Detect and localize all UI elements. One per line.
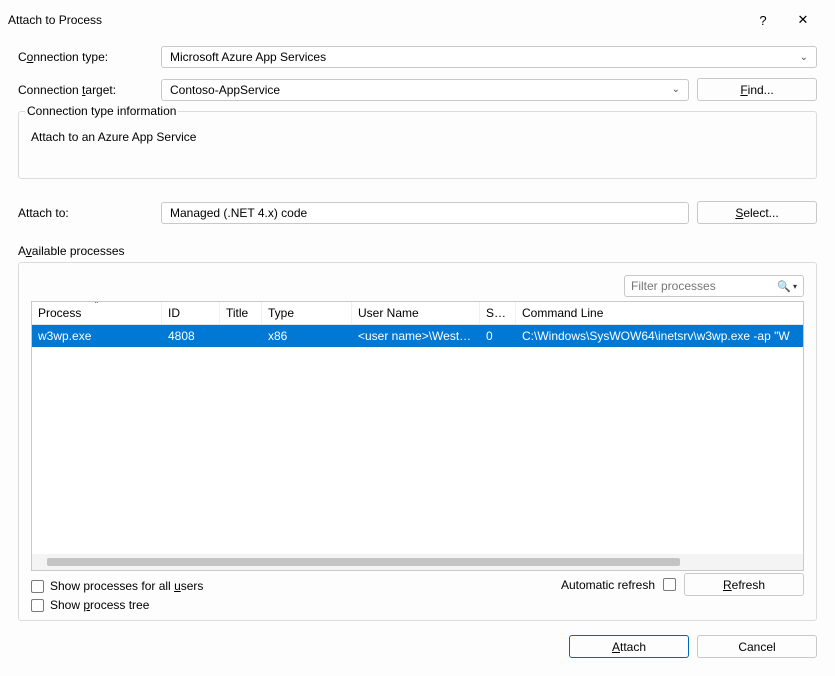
sort-ascending-icon: ⌃ xyxy=(93,302,100,309)
attach-button[interactable]: Attach xyxy=(569,635,689,658)
help-button[interactable]: ? xyxy=(743,9,783,32)
label-accel: F xyxy=(740,83,747,97)
cell-type: x86 xyxy=(262,325,352,347)
connection-target-value: Contoso-AppService xyxy=(170,83,672,97)
connection-type-label: Connection type: xyxy=(18,50,153,64)
process-table: Process ⌃ ID Title Type User Name Ses...… xyxy=(31,301,804,571)
col-title[interactable]: Title xyxy=(220,302,262,324)
refresh-button[interactable]: Refresh xyxy=(684,573,804,596)
attach-to-value: Managed (.NET 4.x) code xyxy=(161,202,689,224)
label-part: Show xyxy=(50,598,83,612)
attach-to-label: Attach to: xyxy=(18,206,153,220)
cell-title xyxy=(220,325,262,347)
available-processes-legend: Available processes xyxy=(18,244,817,258)
connection-info-group: Connection type information Attach to an… xyxy=(18,111,817,179)
cell-process: w3wp.exe xyxy=(32,325,162,347)
connection-type-value: Microsoft Azure App Services xyxy=(170,50,800,64)
connection-type-row: Connection type: Microsoft Azure App Ser… xyxy=(18,46,817,68)
label-accel: R xyxy=(723,578,732,592)
col-command-line[interactable]: Command Line xyxy=(516,302,803,324)
show-process-tree-checkbox[interactable] xyxy=(31,599,44,612)
refresh-row: Automatic refresh Refresh xyxy=(31,573,804,596)
chevron-down-icon[interactable]: ▾ xyxy=(793,282,797,291)
attach-to-process-dialog: Attach to Process ? ✕ Connection type: M… xyxy=(0,0,835,676)
label-part: ailable processes xyxy=(32,244,125,258)
titlebar: Attach to Process ? ✕ xyxy=(0,0,835,36)
cell-cmd: C:\Windows\SysWOW64\inetsrv\w3wp.exe -ap… xyxy=(516,325,803,347)
table-header: Process ⌃ ID Title Type User Name Ses...… xyxy=(32,302,803,325)
label-accel: A xyxy=(612,640,620,654)
chevron-down-icon: ⌄ xyxy=(672,84,680,95)
label-part: arget: xyxy=(85,83,116,97)
processes-panel: Filter processes 🔍 ▾ Process ⌃ ID Title … xyxy=(18,262,817,621)
table-body: w3wp.exe 4808 x86 <user name>\West-... 0… xyxy=(32,325,803,554)
label-part: nnection type: xyxy=(33,50,108,64)
connection-type-combo[interactable]: Microsoft Azure App Services ⌄ xyxy=(161,46,817,68)
attach-to-row: Attach to: Managed (.NET 4.x) code Selec… xyxy=(18,201,817,224)
connection-info-text: Attach to an Azure App Service xyxy=(29,128,806,146)
label-part: elect... xyxy=(743,206,778,220)
col-process[interactable]: Process ⌃ xyxy=(32,302,162,324)
label-part: ttach xyxy=(620,640,646,654)
close-button[interactable]: ✕ xyxy=(783,8,823,32)
filter-placeholder: Filter processes xyxy=(631,279,777,293)
content-area: Connection type: Microsoft Azure App Ser… xyxy=(0,36,835,621)
horizontal-scrollbar[interactable] xyxy=(32,554,803,570)
search-icon: 🔍 xyxy=(777,280,791,293)
dialog-title: Attach to Process xyxy=(8,13,743,27)
show-tree-row: Show process tree xyxy=(31,598,804,612)
cell-user: <user name>\West-... xyxy=(352,325,480,347)
filter-row: Filter processes 🔍 ▾ xyxy=(31,275,804,297)
cancel-button[interactable]: Cancel xyxy=(697,635,817,658)
connection-target-label: Connection target: xyxy=(18,83,153,97)
find-button[interactable]: Find... xyxy=(697,78,817,101)
label-part: C xyxy=(18,50,27,64)
col-type[interactable]: Type xyxy=(262,302,352,324)
auto-refresh-label: Automatic refresh xyxy=(561,578,655,592)
col-id[interactable]: ID xyxy=(162,302,220,324)
chevron-down-icon: ⌄ xyxy=(800,52,808,63)
label-part: A xyxy=(18,244,26,258)
label-part: rocess tree xyxy=(90,598,149,612)
filter-processes-input[interactable]: Filter processes 🔍 ▾ xyxy=(624,275,804,297)
col-label: Process xyxy=(38,306,81,320)
scrollbar-thumb[interactable] xyxy=(47,558,679,566)
table-row[interactable]: w3wp.exe 4808 x86 <user name>\West-... 0… xyxy=(32,325,803,347)
label-accel: S xyxy=(735,206,743,220)
col-user[interactable]: User Name xyxy=(352,302,480,324)
connection-target-combo[interactable]: Contoso-AppService ⌄ xyxy=(161,79,689,101)
label-part: ind... xyxy=(748,83,774,97)
cell-id: 4808 xyxy=(162,325,220,347)
auto-refresh-checkbox[interactable] xyxy=(663,578,676,591)
dialog-footer: Attach Cancel xyxy=(0,621,835,676)
label-part: efresh xyxy=(732,578,765,592)
available-processes-group: Available processes Filter processes 🔍 ▾… xyxy=(18,244,817,621)
col-session[interactable]: Ses... xyxy=(480,302,516,324)
select-button[interactable]: Select... xyxy=(697,201,817,224)
cell-session: 0 xyxy=(480,325,516,347)
label-part: Connection xyxy=(18,83,82,97)
show-process-tree-label: Show process tree xyxy=(50,598,149,612)
connection-target-row: Connection target: Contoso-AppService ⌄ … xyxy=(18,78,817,101)
connection-info-legend: Connection type information xyxy=(25,104,178,118)
